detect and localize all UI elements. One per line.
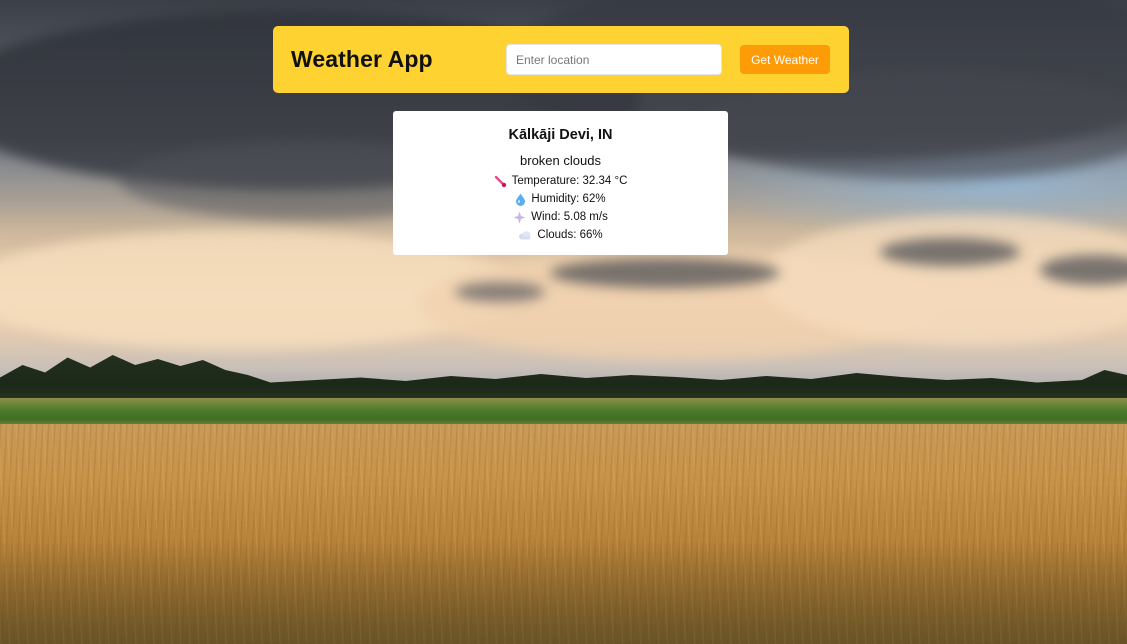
weather-card: Kālkāji Devi, IN broken clouds Temperatu… <box>393 111 728 255</box>
small-cloud <box>880 238 1020 266</box>
background-landscape-image <box>0 0 1127 644</box>
humidity-row: Humidity: 62% <box>393 190 728 208</box>
wind-icon <box>513 211 526 224</box>
app-title: Weather App <box>291 46 433 72</box>
temperature-value: Temperature: 32.34 °C <box>511 175 628 187</box>
clouds-row: Clouds: 66% <box>393 226 728 244</box>
weather-description: broken clouds <box>520 153 601 168</box>
location-name: Kālkāji Devi, IN <box>508 127 613 143</box>
clouds-value: Clouds: 66% <box>537 229 603 241</box>
get-weather-button[interactable]: Get Weather <box>740 45 830 74</box>
small-cloud <box>455 282 545 302</box>
app-header: Weather App Get Weather <box>273 26 849 93</box>
temperature-row: Temperature: 32.34 °C <box>393 172 728 190</box>
humidity-value: Humidity: 62% <box>531 193 606 205</box>
small-cloud <box>550 258 780 288</box>
cloud-icon <box>518 230 532 240</box>
wind-value: Wind: 5.08 m/s <box>531 211 608 223</box>
location-input[interactable] <box>506 44 722 75</box>
wheat-field-shadow <box>0 540 1127 644</box>
wind-row: Wind: 5.08 m/s <box>393 208 728 226</box>
thermometer-icon <box>494 175 507 188</box>
droplet-icon <box>515 193 526 206</box>
